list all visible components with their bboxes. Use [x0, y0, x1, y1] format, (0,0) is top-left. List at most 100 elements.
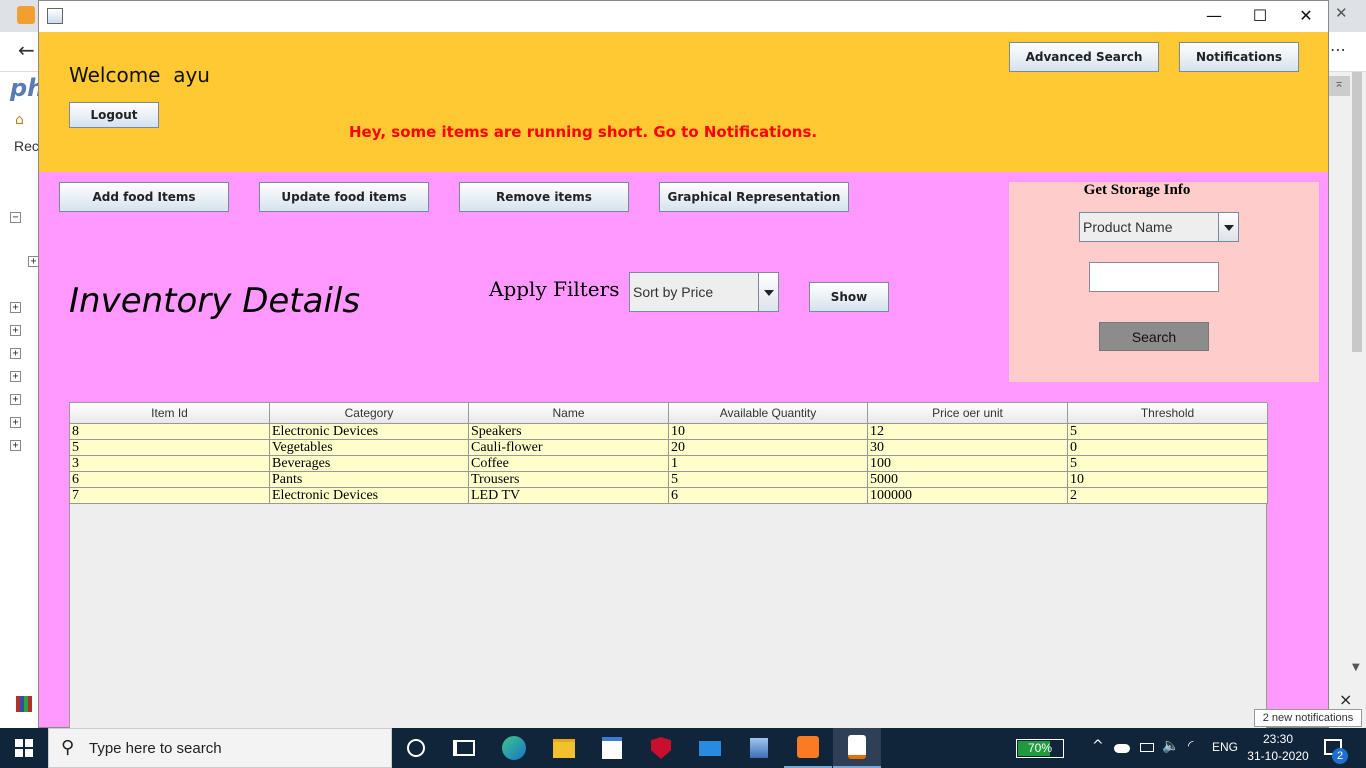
recent-tab[interactable]: Rec: [14, 138, 39, 154]
cell-quantity[interactable]: 20: [669, 440, 868, 456]
tree-collapse-icon[interactable]: −: [10, 212, 21, 223]
cell-price[interactable]: 5000: [868, 472, 1068, 488]
show-button[interactable]: Show: [809, 282, 889, 312]
storage-field-dropdown[interactable]: Product Name: [1079, 212, 1239, 242]
cell-category[interactable]: Electronic Devices: [270, 424, 469, 440]
cell-threshold[interactable]: 2: [1068, 488, 1268, 504]
chevron-down-icon[interactable]: [1218, 213, 1238, 241]
cell-price[interactable]: 12: [868, 424, 1068, 440]
browser-close-icon[interactable]: ✕: [1335, 4, 1355, 24]
col-header-available-quantity[interactable]: Available Quantity: [669, 403, 868, 423]
storage-search-button[interactable]: Search: [1099, 322, 1209, 351]
cell-name[interactable]: Coffee: [469, 456, 669, 472]
scrollbar-thumb[interactable]: [1352, 72, 1362, 352]
notifications-button[interactable]: Notifications: [1179, 42, 1299, 72]
java-icon[interactable]: [833, 728, 881, 768]
minimize-icon[interactable]: —: [1191, 1, 1237, 32]
cell-threshold[interactable]: 5: [1068, 424, 1268, 440]
browser-menu-icon[interactable]: ⋯: [1330, 40, 1346, 59]
language-indicator[interactable]: ENG: [1212, 740, 1238, 754]
taskbar-search-box[interactable]: ⚲ Type here to search: [48, 728, 392, 768]
title-bar: — ☐ ✕: [39, 1, 1328, 32]
tree-expand-icon[interactable]: +: [10, 417, 21, 428]
home-icon[interactable]: ⌂: [15, 112, 31, 128]
cell-quantity[interactable]: 10: [669, 424, 868, 440]
virtualbox-icon[interactable]: [735, 728, 783, 768]
storage-search-input[interactable]: [1089, 262, 1219, 292]
task-view-icon[interactable]: [440, 728, 488, 768]
winrar-icon[interactable]: [16, 696, 32, 712]
cell-quantity[interactable]: 1: [669, 456, 868, 472]
tree-expand-icon[interactable]: +: [10, 394, 21, 405]
battery-indicator[interactable]: 70%: [1016, 739, 1064, 758]
scroll-down-icon[interactable]: ▼: [1352, 662, 1360, 673]
xampp-icon[interactable]: [784, 728, 832, 768]
chevron-down-icon[interactable]: [758, 273, 778, 311]
tree-expand-icon[interactable]: +: [10, 348, 21, 359]
table-row[interactable]: 5 Vegetables Cauli-flower 20 30 0: [70, 440, 1268, 456]
tree-expand-icon[interactable]: +: [10, 440, 21, 451]
tree-expand-icon[interactable]: +: [10, 325, 21, 336]
battery-icon[interactable]: [1140, 743, 1154, 752]
cell-item-id[interactable]: 6: [70, 472, 270, 488]
wifi-icon[interactable]: ◜: [1188, 738, 1193, 754]
store-icon[interactable]: [588, 728, 636, 768]
update-food-items-button[interactable]: Update food items: [259, 182, 429, 212]
cell-quantity[interactable]: 6: [669, 488, 868, 504]
cell-category[interactable]: Vegetables: [270, 440, 469, 456]
maximize-icon[interactable]: ☐: [1237, 1, 1283, 32]
col-header-price[interactable]: Price oer unit: [868, 403, 1068, 423]
scroll-top-icon[interactable]: ⌅: [1328, 76, 1350, 96]
back-arrow-icon[interactable]: ←: [18, 38, 35, 62]
cell-price[interactable]: 100000: [868, 488, 1068, 504]
mail-icon[interactable]: [686, 728, 734, 768]
cell-category[interactable]: Pants: [270, 472, 469, 488]
graphical-representation-button[interactable]: Graphical Representation: [659, 182, 849, 212]
logout-button[interactable]: Logout: [69, 102, 159, 128]
cell-name[interactable]: Cauli-flower: [469, 440, 669, 456]
table-row[interactable]: 6 Pants Trousers 5 5000 10: [70, 472, 1268, 488]
cell-price[interactable]: 100: [868, 456, 1068, 472]
cortana-icon[interactable]: [392, 728, 440, 768]
cell-threshold[interactable]: 10: [1068, 472, 1268, 488]
toast-close-icon[interactable]: ×: [1339, 692, 1355, 708]
col-header-item-id[interactable]: Item Id: [70, 403, 270, 423]
col-header-threshold[interactable]: Threshold: [1068, 403, 1268, 423]
close-icon[interactable]: ✕: [1283, 1, 1329, 32]
cell-name[interactable]: Speakers: [469, 424, 669, 440]
advanced-search-button[interactable]: Advanced Search: [1009, 42, 1159, 72]
cell-item-id[interactable]: 7: [70, 488, 270, 504]
tree-expand-icon[interactable]: +: [10, 302, 21, 313]
col-header-name[interactable]: Name: [469, 403, 669, 423]
sort-filter-dropdown[interactable]: Sort by Price: [629, 272, 779, 312]
show-hidden-icons-chevron-icon[interactable]: ^: [1092, 738, 1104, 754]
tree-expand-icon[interactable]: +: [10, 371, 21, 382]
mcafee-icon[interactable]: [637, 728, 685, 768]
cell-name[interactable]: Trousers: [469, 472, 669, 488]
low-stock-alert: Hey, some items are running short. Go to…: [349, 123, 818, 141]
cell-price[interactable]: 30: [868, 440, 1068, 456]
cell-category[interactable]: Beverages: [270, 456, 469, 472]
table-row[interactable]: 7 Electronic Devices LED TV 6 100000 2: [70, 488, 1268, 504]
cell-item-id[interactable]: 3: [70, 456, 270, 472]
col-header-category[interactable]: Category: [270, 403, 469, 423]
onedrive-icon[interactable]: [1114, 744, 1130, 753]
table-row[interactable]: 8 Electronic Devices Speakers 10 12 5: [70, 424, 1268, 440]
volume-icon[interactable]: 🔈: [1162, 738, 1179, 754]
start-button[interactable]: [0, 728, 48, 768]
cell-category[interactable]: Electronic Devices: [270, 488, 469, 504]
cell-name[interactable]: LED TV: [469, 488, 669, 504]
cell-threshold[interactable]: 0: [1068, 440, 1268, 456]
file-explorer-icon[interactable]: [540, 728, 588, 768]
clock-time[interactable]: 23:30: [1250, 732, 1306, 746]
table-row[interactable]: 3 Beverages Coffee 1 100 5: [70, 456, 1268, 472]
notification-toast[interactable]: 2 new notifications: [1254, 709, 1362, 727]
cell-threshold[interactable]: 5: [1068, 456, 1268, 472]
cell-quantity[interactable]: 5: [669, 472, 868, 488]
add-food-items-button[interactable]: Add food Items: [59, 182, 229, 212]
remove-items-button[interactable]: Remove items: [459, 182, 629, 212]
clock-date[interactable]: 31-10-2020: [1246, 749, 1310, 763]
cell-item-id[interactable]: 5: [70, 440, 270, 456]
cell-item-id[interactable]: 8: [70, 424, 270, 440]
edge-icon[interactable]: [490, 728, 538, 768]
